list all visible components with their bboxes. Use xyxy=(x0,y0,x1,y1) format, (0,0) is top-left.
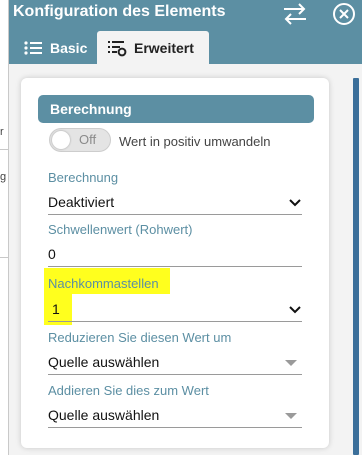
threshold-input-value: 0 xyxy=(48,246,56,262)
panel-content: Berechnung Off Wert in positiv umwandeln… xyxy=(9,64,362,455)
swap-arrows-icon[interactable] xyxy=(281,1,309,27)
toggle-state: Off xyxy=(79,132,97,147)
close-circle-icon[interactable] xyxy=(332,2,356,26)
list-settings-icon xyxy=(108,40,127,56)
section-header: Berechnung xyxy=(38,95,314,123)
background-text: g xyxy=(0,171,7,183)
field-label-add: Addieren Sie dies zum Wert xyxy=(48,383,209,398)
scrollbar-thumb[interactable] xyxy=(353,78,359,455)
tab-bar: Basic Erweitert xyxy=(9,28,362,64)
field-label-decimal-places: Nachkommastellen xyxy=(48,276,159,291)
field-label-calculation: Berechnung xyxy=(48,170,119,185)
field-label-threshold: Schwellenwert (Rohwert) xyxy=(48,222,193,237)
tab-advanced-label: Erweitert xyxy=(134,39,194,56)
toggle-knob xyxy=(52,131,70,149)
calculation-card: Berechnung Off Wert in positiv umwandeln… xyxy=(21,78,329,448)
dropdown-arrow-icon xyxy=(285,360,297,366)
field-underline xyxy=(48,214,302,215)
field-underline xyxy=(48,374,302,375)
field-underline xyxy=(48,266,302,267)
panel-title: Konfiguration des Elements xyxy=(13,3,226,20)
panel-titlebar: Konfiguration des Elements xyxy=(9,0,362,28)
tab-advanced[interactable]: Erweitert xyxy=(97,31,209,64)
tab-basic-label: Basic xyxy=(50,39,88,56)
field-underline xyxy=(48,321,302,322)
calculation-select-value: Deaktiviert xyxy=(48,194,115,210)
field-underline xyxy=(48,427,302,428)
add-source-select-value: Quelle auswählen xyxy=(48,407,160,423)
background-text: r xyxy=(0,126,4,138)
chevron-down-icon xyxy=(289,199,301,207)
tab-basic[interactable]: Basic xyxy=(13,31,97,64)
chevron-down-icon xyxy=(289,306,301,314)
reduce-source-select-value: Quelle auswählen xyxy=(48,354,160,370)
element-config-panel: Konfiguration des Elements Basic Erweite… xyxy=(8,0,362,455)
dropdown-arrow-icon xyxy=(285,413,297,419)
positive-value-toggle[interactable]: Off xyxy=(49,128,111,152)
list-icon xyxy=(24,40,42,55)
field-label-reduce: Reduzieren Sie diesen Wert um xyxy=(48,330,232,345)
decimal-places-select-value: 1 xyxy=(52,301,60,317)
toggle-label: Wert in positiv umwandeln xyxy=(119,134,271,149)
